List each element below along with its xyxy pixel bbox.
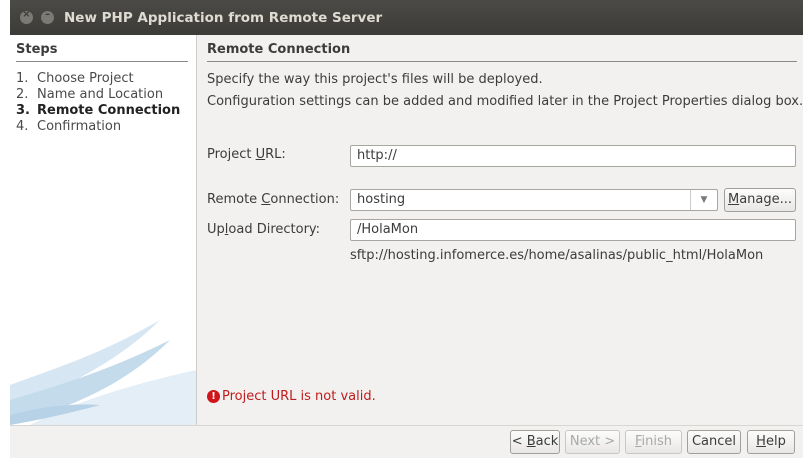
netbeans-swoosh-graphic bbox=[10, 320, 196, 425]
finish-button[interactable]: Finish bbox=[625, 430, 682, 454]
description-line-2: Configuration settings can be added and … bbox=[207, 94, 803, 109]
step-item-remote-connection: 3. Remote Connection bbox=[16, 103, 180, 119]
remote-connection-select[interactable]: hosting ▼ bbox=[350, 189, 718, 211]
dialog-window: × – New PHP Application from Remote Serv… bbox=[10, 0, 803, 458]
step-label: Remote Connection bbox=[37, 103, 181, 118]
panel-title-divider bbox=[207, 61, 797, 62]
step-number: 4. bbox=[16, 119, 29, 134]
error-icon: ! bbox=[207, 390, 220, 403]
step-label: Name and Location bbox=[37, 87, 164, 102]
step-label: Choose Project bbox=[37, 71, 134, 86]
project-url-label: Project URL: bbox=[207, 147, 286, 162]
close-icon: × bbox=[22, 9, 31, 20]
cancel-button[interactable]: Cancel bbox=[687, 430, 741, 454]
project-url-input[interactable]: http:// bbox=[350, 145, 796, 167]
wizard-content: Remote Connection Specify the way this p… bbox=[207, 35, 803, 425]
step-number: 2. bbox=[16, 87, 29, 102]
steps-panel: Steps 1. Choose Project 2. Name and Loca… bbox=[10, 35, 197, 425]
help-button[interactable]: Help bbox=[747, 430, 795, 454]
step-item-choose-project: 1. Choose Project bbox=[16, 71, 180, 87]
remote-path-text: sftp://hosting.infomerce.es/home/asalina… bbox=[350, 248, 764, 263]
step-number: 3. bbox=[16, 103, 30, 118]
steps-divider bbox=[16, 61, 188, 62]
upload-directory-input[interactable]: /HolaMon bbox=[350, 219, 796, 241]
minimize-window-button[interactable]: – bbox=[41, 9, 54, 24]
close-window-button[interactable]: × bbox=[20, 9, 33, 24]
manage-button[interactable]: Manage... bbox=[724, 188, 796, 212]
step-label: Confirmation bbox=[37, 119, 122, 134]
error-text: Project URL is not valid. bbox=[222, 389, 376, 404]
back-button[interactable]: < Back bbox=[510, 430, 560, 454]
button-bar: < Back Next > Finish Cancel Help bbox=[10, 425, 803, 458]
remote-connection-label: Remote Connection: bbox=[207, 192, 340, 207]
step-item-name-and-location: 2. Name and Location bbox=[16, 87, 180, 103]
error-message: ! Project URL is not valid. bbox=[207, 389, 376, 404]
steps-heading: Steps bbox=[16, 42, 58, 57]
window-title: New PHP Application from Remote Server bbox=[64, 9, 383, 26]
description-line-1: Specify the way this project's files wil… bbox=[207, 72, 543, 87]
chevron-down-icon[interactable]: ▼ bbox=[690, 190, 717, 210]
upload-directory-label: Upload Directory: bbox=[207, 222, 321, 237]
title-bar: × – New PHP Application from Remote Serv… bbox=[10, 0, 803, 35]
remote-connection-value: hosting bbox=[357, 192, 406, 207]
panel-title: Remote Connection bbox=[207, 42, 351, 57]
step-item-confirmation: 4. Confirmation bbox=[16, 119, 180, 135]
minimize-icon: – bbox=[45, 9, 50, 20]
steps-list: 1. Choose Project 2. Name and Location 3… bbox=[16, 71, 180, 135]
step-number: 1. bbox=[16, 71, 29, 86]
next-button[interactable]: Next > bbox=[565, 430, 620, 454]
